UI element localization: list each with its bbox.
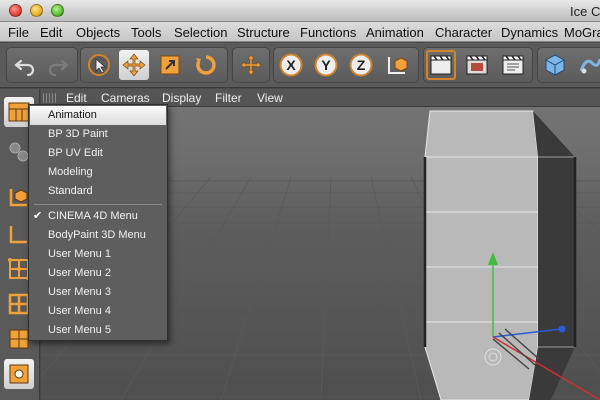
layout-menu-item-user-menu-1[interactable]: User Menu 1 xyxy=(30,245,166,264)
move-icon[interactable] xyxy=(119,50,149,80)
layout-menu-item-modeling[interactable]: Modeling xyxy=(30,163,166,182)
viewport-menu-cameras[interactable]: Cameras xyxy=(101,91,150,105)
layout-menu-item-animation[interactable]: Animation xyxy=(30,106,166,125)
render-to-picture-viewer-icon[interactable] xyxy=(462,50,492,80)
render-group xyxy=(423,47,533,83)
layout-menu-item-user-menu-3[interactable]: User Menu 3 xyxy=(30,283,166,302)
menu-character[interactable]: Character xyxy=(435,25,492,40)
main-menu-bar: File Edit Objects Tools Selection Struct… xyxy=(0,22,600,42)
menu-structure[interactable]: Structure xyxy=(237,25,290,40)
menu-dynamics[interactable]: Dynamics xyxy=(501,25,558,40)
zoom-window-button[interactable] xyxy=(51,4,64,17)
layout-menu-item-user-menu-5[interactable]: User Menu 5 xyxy=(30,321,166,340)
redo-icon[interactable] xyxy=(43,50,73,80)
x-axis-icon[interactable]: X xyxy=(276,50,306,80)
menu-mograph[interactable]: MoGra xyxy=(564,25,600,40)
viewport-menu-filter[interactable]: Filter xyxy=(215,91,242,105)
menu-animation[interactable]: Animation xyxy=(366,25,424,40)
menu-file[interactable]: File xyxy=(8,25,29,40)
render-view-icon[interactable] xyxy=(426,50,456,80)
svg-text:Y: Y xyxy=(321,57,331,73)
objects-group xyxy=(537,47,600,83)
undo-redo-group xyxy=(6,47,78,83)
undo-icon[interactable] xyxy=(10,50,40,80)
layout-menu-item-bodypaint-3d-menu[interactable]: BodyPaint 3D Menu xyxy=(30,226,166,245)
cube-icon[interactable] xyxy=(540,50,570,80)
layout-menu-item-bp-uv-edit[interactable]: BP UV Edit xyxy=(30,144,166,163)
menu-selection[interactable]: Selection xyxy=(174,25,227,40)
viewport-menu-edit[interactable]: Edit xyxy=(66,91,87,105)
menu-objects[interactable]: Objects xyxy=(76,25,120,40)
title-bar: Ice C xyxy=(0,0,600,22)
close-window-button[interactable] xyxy=(9,4,22,17)
svg-text:X: X xyxy=(286,57,296,73)
menu-tools[interactable]: Tools xyxy=(131,25,161,40)
minimize-window-button[interactable] xyxy=(30,4,43,17)
menu-edit[interactable]: Edit xyxy=(40,25,62,40)
layout-menu-item-user-menu-2[interactable]: User Menu 2 xyxy=(30,264,166,283)
menu-separator xyxy=(34,204,162,205)
z-axis-icon[interactable]: Z xyxy=(346,50,376,80)
rotate-icon[interactable] xyxy=(191,50,221,80)
coordinate-system-icon[interactable] xyxy=(382,50,412,80)
layout-menu-item-bp-3d-paint[interactable]: BP 3D Paint xyxy=(30,125,166,144)
viewport-menu-view[interactable]: View xyxy=(257,91,283,105)
layout-menu-item-user-menu-4[interactable]: User Menu 4 xyxy=(30,302,166,321)
main-toolbar: X Y Z xyxy=(0,43,600,88)
viewport-grip-icon[interactable] xyxy=(43,93,57,103)
window-title: Ice C xyxy=(570,4,600,19)
layout-menu-item-cinema-4d-menu[interactable]: CINEMA 4D Menu xyxy=(30,207,166,226)
scale-icon[interactable] xyxy=(155,50,185,80)
enable-axis-icon[interactable] xyxy=(4,359,34,389)
layout-popup-menu: Animation BP 3D Paint BP UV Edit Modelin… xyxy=(28,104,168,341)
axis-lock-group: X Y Z xyxy=(273,47,419,83)
recent-tools-icon[interactable] xyxy=(236,50,266,80)
menu-functions[interactable]: Functions xyxy=(300,25,356,40)
layout-menu-item-standard[interactable]: Standard xyxy=(30,182,166,201)
bend-deformer-icon[interactable] xyxy=(575,50,600,80)
y-axis-icon[interactable]: Y xyxy=(311,50,341,80)
live-selection-icon[interactable] xyxy=(84,50,114,80)
recent-tools-group xyxy=(232,47,270,83)
svg-text:Z: Z xyxy=(357,57,366,73)
capsule-object xyxy=(423,110,577,400)
render-settings-icon[interactable] xyxy=(498,50,528,80)
viewport-menu-display[interactable]: Display xyxy=(162,91,201,105)
transform-tools-group xyxy=(80,47,228,83)
